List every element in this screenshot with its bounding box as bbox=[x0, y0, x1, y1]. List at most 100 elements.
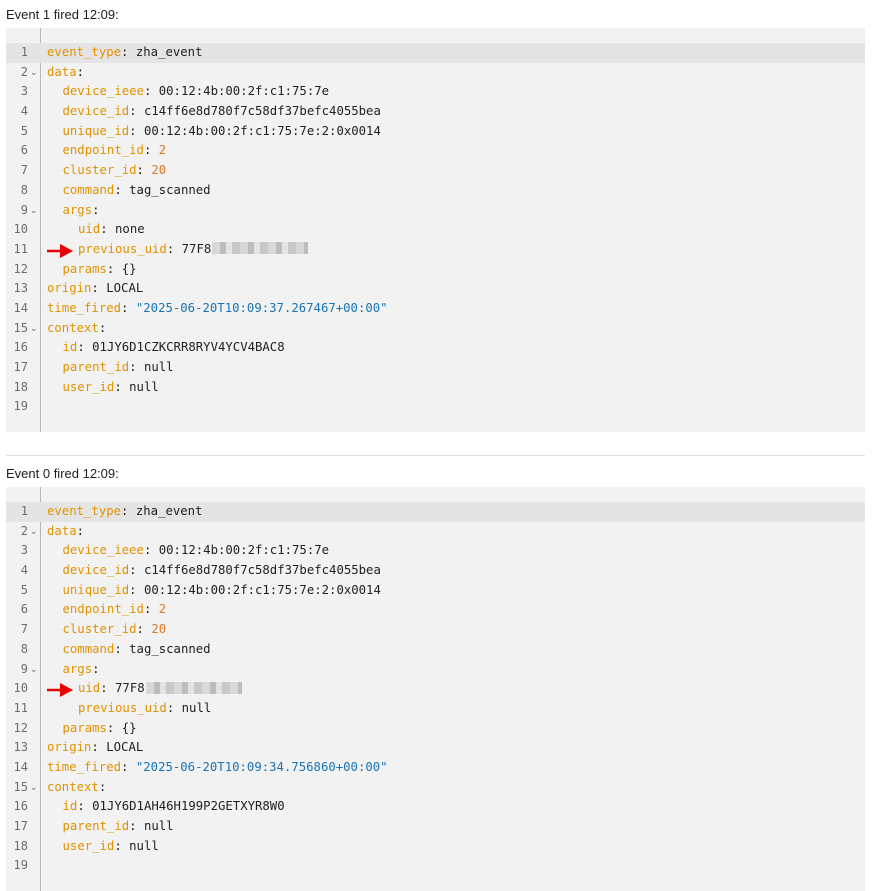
yaml-colon: : bbox=[114, 379, 122, 394]
chevron-down-icon[interactable]: ⌄ bbox=[30, 64, 38, 84]
yaml-value: LOCAL bbox=[106, 740, 144, 755]
line-number: 18 bbox=[13, 838, 28, 853]
yaml-colon: : bbox=[136, 622, 144, 637]
yaml-colon: : bbox=[92, 661, 100, 676]
yaml-key: unique_id bbox=[62, 123, 130, 138]
line-number: 8 bbox=[20, 641, 28, 656]
yaml-key: device_ieee bbox=[62, 84, 144, 99]
yaml-key: cluster_id bbox=[62, 622, 137, 637]
yaml-colon: : bbox=[92, 202, 100, 217]
yaml-colon: : bbox=[121, 45, 129, 59]
code-line: 15 ⌄ context: bbox=[6, 778, 865, 798]
code-text: parent_id: null bbox=[47, 817, 174, 837]
code-line: 16 id: 01JY6D1AH46H199P2GETXYR8W0 bbox=[6, 797, 865, 817]
code-text: uid: 77F8 bbox=[47, 679, 242, 699]
yaml-colon: : bbox=[98, 320, 107, 335]
chevron-down-icon[interactable]: ⌄ bbox=[30, 320, 38, 340]
yaml-key: uid bbox=[78, 681, 101, 696]
code-line: 6 endpoint_id: 2 bbox=[6, 141, 865, 161]
line-number: 5 bbox=[20, 582, 28, 597]
yaml-key: event_type bbox=[47, 504, 122, 518]
line-number: 14 bbox=[13, 759, 28, 774]
yaml-value: zha_event bbox=[135, 504, 203, 518]
code-line: 18 user_id: null bbox=[6, 837, 865, 857]
code-text: previous_uid: null bbox=[47, 699, 211, 719]
yaml-value: 01JY6D1CZKCRR8RYV4YCV4BAC8 bbox=[92, 340, 285, 355]
code-text: event_type: zha_event bbox=[47, 502, 203, 522]
yaml-value: {} bbox=[121, 720, 137, 735]
line-number: 5 bbox=[20, 123, 28, 138]
line-number: 15 bbox=[13, 779, 28, 794]
line-number: 3 bbox=[20, 543, 28, 558]
yaml-colon: : bbox=[114, 182, 122, 197]
yaml-colon: : bbox=[100, 681, 108, 696]
code-line: 15 ⌄ context: bbox=[6, 319, 865, 339]
yaml-colon: : bbox=[129, 819, 137, 833]
code-text: origin: LOCAL bbox=[47, 279, 143, 299]
yaml-code-editor[interactable]: 1 event_type: zha_event 2 ⌄ data: 3 device_iee… bbox=[6, 28, 865, 432]
code-text: cluster_id: 20 bbox=[47, 161, 167, 181]
yaml-colon: : bbox=[129, 104, 137, 119]
line-number: 7 bbox=[20, 163, 28, 178]
yaml-colon: : bbox=[129, 563, 137, 578]
chevron-down-icon[interactable]: ⌄ bbox=[30, 202, 38, 222]
line-number: 2 bbox=[20, 523, 28, 538]
code-text: id: 01JY6D1AH46H199P2GETXYR8W0 bbox=[47, 797, 285, 817]
code-line: 9 ⌄ args: bbox=[6, 660, 865, 680]
yaml-colon: : bbox=[136, 163, 144, 178]
yaml-key: previous_uid bbox=[78, 241, 167, 256]
yaml-value: 2 bbox=[158, 602, 167, 617]
yaml-value: none bbox=[115, 222, 145, 237]
event-title: Event 0 fired 12:09: bbox=[6, 466, 119, 481]
code-text: event_type: zha_event bbox=[47, 43, 203, 63]
yaml-key: device_id bbox=[62, 104, 130, 119]
line-number: 16 bbox=[13, 799, 28, 814]
line-number: 15 bbox=[13, 320, 28, 335]
yaml-key: user_id bbox=[62, 379, 115, 394]
code-line: 17 parent_id: null bbox=[6, 358, 865, 378]
yaml-key: args bbox=[62, 202, 93, 217]
yaml-key: id bbox=[62, 340, 78, 355]
yaml-key: event_type bbox=[47, 45, 122, 59]
yaml-value: 2 bbox=[158, 143, 167, 158]
line-number: 11 bbox=[13, 241, 28, 256]
code-text: uid: none bbox=[47, 220, 145, 240]
yaml-value: tag_scanned bbox=[129, 641, 211, 656]
line-number: 9 bbox=[20, 202, 28, 217]
line-number: 1 bbox=[6, 502, 28, 522]
chevron-down-icon[interactable]: ⌄ bbox=[30, 779, 38, 799]
chevron-down-icon[interactable]: ⌄ bbox=[30, 661, 38, 681]
code-line: 7 cluster_id: 20 bbox=[6, 620, 865, 640]
line-number: 4 bbox=[20, 563, 28, 578]
yaml-key: context bbox=[47, 320, 99, 335]
line-number: 19 bbox=[13, 399, 28, 414]
line-number: 17 bbox=[13, 819, 28, 833]
code-line: 4 device_id: c14ff6e8d780f7c58df37befc405… bbox=[6, 102, 865, 122]
code-line: 3 device_ieee: 00:12:4b:00:2f:c1:75:7e bbox=[6, 82, 865, 102]
code-line: 13 origin: LOCAL bbox=[6, 738, 865, 758]
line-number: 6 bbox=[20, 143, 28, 158]
yaml-key: id bbox=[62, 799, 78, 814]
event-title: Event 1 fired 12:09: bbox=[6, 7, 119, 22]
yaml-value: 20 bbox=[151, 622, 167, 637]
code-line: 14 time_fired: "2025-06-20T10:09:37.26746… bbox=[6, 299, 865, 319]
code-line: 19 bbox=[6, 856, 865, 876]
line-number: 10 bbox=[13, 681, 28, 696]
code-line: 11 previous_uid: 77F8 bbox=[6, 240, 865, 260]
line-number: 14 bbox=[13, 300, 28, 315]
redacted-value-blur bbox=[145, 681, 242, 694]
code-line: 4 device_id: c14ff6e8d780f7c58df37befc405… bbox=[6, 561, 865, 581]
yaml-value: zha_event bbox=[135, 45, 203, 59]
code-line: 8 command: tag_scanned bbox=[6, 181, 865, 201]
line-number: 12 bbox=[13, 261, 28, 276]
chevron-down-icon[interactable]: ⌄ bbox=[30, 523, 38, 543]
code-text: context: bbox=[47, 778, 106, 798]
code-line: 12 params: {} bbox=[6, 260, 865, 280]
yaml-key: device_id bbox=[62, 563, 130, 578]
yaml-value: 01JY6D1AH46H199P2GETXYR8W0 bbox=[92, 799, 285, 814]
line-number: 19 bbox=[13, 858, 28, 873]
yaml-code-editor[interactable]: 1 event_type: zha_event 2 ⌄ data: 3 device_iee… bbox=[6, 487, 865, 891]
code-text: unique_id: 00:12:4b:00:2f:c1:75:7e:2:0x0… bbox=[47, 581, 381, 601]
code-text: device_id: c14ff6e8d780f7c58df37befc4055… bbox=[47, 561, 381, 581]
yaml-key: args bbox=[62, 661, 93, 676]
